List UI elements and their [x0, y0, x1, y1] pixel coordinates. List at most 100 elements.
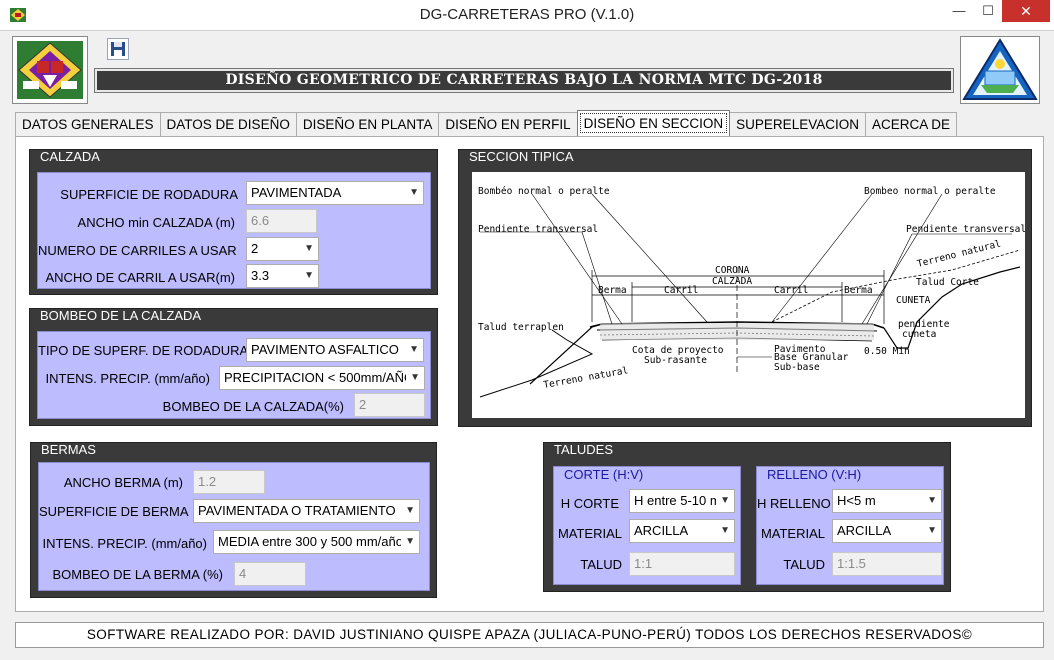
footer-credits: SOFTWARE REALIZADO POR: DAVID JUSTINIANO… — [15, 622, 1044, 648]
intens-precip-value: PRECIPITACION < 500mm/AÑO — [224, 370, 406, 385]
chevron-down-icon: ▼ — [304, 243, 314, 254]
bombeo-title: BOMBEO DE LA CALZADA — [38, 308, 204, 323]
tab-superelevacion[interactable]: SUPERELEVACION — [729, 112, 866, 136]
superficie-berma-label: SUPERFICIE DE BERMA — [39, 504, 189, 519]
label-talud-terraplen: Talud terraplen — [478, 322, 564, 333]
bombeo-berma-label: BOMBEO DE LA BERMA (%) — [52, 567, 224, 582]
h-corte-label: H CORTE — [560, 496, 619, 511]
superficie-rodadura-select[interactable]: PAVIMENTADA ▼ — [246, 181, 424, 205]
bombeo-inner: TIPO DE SUPERF. DE RODADURA PAVIMENTO AS… — [37, 331, 431, 419]
tab-acerca-de[interactable]: ACERCA DE — [864, 112, 957, 136]
label-corona: CORONA — [715, 265, 750, 276]
floppy-disk-icon — [108, 42, 128, 62]
label-bombeo-right: Bombeo normal o peralte — [864, 186, 996, 197]
label-terreno-right: Terreno natural — [916, 238, 1002, 269]
chevron-down-icon: ▼ — [405, 536, 415, 547]
tab-datos-generales[interactable]: DATOS GENERALES — [15, 112, 161, 136]
label-subrasante: Sub-rasante — [644, 355, 707, 366]
chevron-down-icon: ▼ — [405, 505, 415, 516]
label-subbase: Sub-base — [774, 362, 820, 373]
intens-precip-berma-select[interactable]: MEDIA entre 300 y 500 mm/año ▼ — [213, 530, 420, 554]
material-corte-value: ARCILLA — [634, 523, 689, 538]
seccion-tipica-title: SECCION TIPICA — [467, 149, 576, 164]
chevron-down-icon: ▼ — [409, 344, 419, 355]
minimize-button[interactable]: — — [944, 0, 974, 22]
talud-relleno-field[interactable]: 1:1.5 — [832, 552, 942, 576]
bermas-title: BERMAS — [39, 442, 98, 457]
close-button[interactable]: ✕ — [1002, 0, 1050, 22]
ancho-berma-label: ANCHO BERMA (m) — [63, 475, 183, 490]
superficie-rodadura-value: PAVIMENTADA — [251, 185, 342, 200]
intens-precip-berma-label: INTENS. PRECIP. (mm/año) — [42, 536, 207, 551]
save-button[interactable] — [107, 38, 129, 60]
bermas-group: BERMAS ANCHO BERMA (m) 1.2 SUPERFICIE DE… — [30, 442, 437, 598]
ancho-berma-field[interactable]: 1.2 — [193, 470, 265, 494]
superficie-berma-value: PAVIMENTADA O TRATAMIENTO — [198, 503, 396, 518]
numero-carriles-label: NUMERO DE CARRILES A USAR — [38, 243, 237, 258]
ancho-carril-value: 3.3 — [251, 268, 270, 283]
chevron-down-icon: ▼ — [409, 187, 419, 198]
tipo-superf-select[interactable]: PAVIMENTO ASFALTICO ▼ — [246, 338, 424, 362]
intens-precip-select[interactable]: PRECIPITACION < 500mm/AÑO ▼ — [219, 366, 425, 390]
material-relleno-value: ARCILLA — [837, 523, 892, 538]
label-carril-right: Carril — [774, 285, 808, 296]
bombeo-calzada-field[interactable]: 2 — [354, 393, 425, 417]
label-min: 0.50 Min — [864, 346, 910, 357]
h-corte-value: H entre 5-10 m — [634, 493, 716, 508]
h-corte-select[interactable]: H entre 5-10 m ▼ — [629, 489, 735, 513]
calzada-title: CALZADA — [38, 149, 102, 164]
chevron-down-icon: ▼ — [720, 525, 730, 536]
typical-section-diagram: Bombéo normal o peralte Bombeo normal o … — [472, 172, 1025, 418]
chevron-down-icon: ▼ — [304, 270, 314, 281]
tab-diseno-en-seccion[interactable]: DISEÑO EN SECCION — [576, 110, 731, 136]
numero-carriles-select[interactable]: 2 ▼ — [246, 237, 319, 261]
intens-precip-label: INTENS. PRECIP. (mm/año) — [45, 371, 210, 386]
ancho-min-calzada-field[interactable]: 6.6 — [246, 209, 317, 233]
superficie-berma-select[interactable]: PAVIMENTADA O TRATAMIENTO ▼ — [193, 499, 420, 523]
corte-inner: CORTE (H:V) H CORTE H entre 5-10 m ▼ MAT… — [553, 466, 741, 585]
label-pend-left: Pendiente transversal — [478, 224, 598, 235]
tab-datos-de-diseno[interactable]: DATOS DE DISEÑO — [159, 112, 297, 136]
numero-carriles-value: 2 — [251, 241, 259, 256]
taludes-group: TALUDES CORTE (H:V) H CORTE H entre 5-10… — [543, 442, 951, 592]
talud-corte-label: TALUD — [580, 557, 622, 572]
label-berma-left: Berma — [598, 285, 627, 296]
label-cuneta: CUNETA — [896, 295, 931, 306]
logo-left — [12, 36, 88, 104]
material-corte-select[interactable]: ARCILLA ▼ — [629, 519, 735, 543]
taludes-title: TALUDES — [552, 442, 615, 457]
chevron-down-icon: ▼ — [927, 525, 937, 536]
material-relleno-select[interactable]: ARCILLA ▼ — [832, 519, 942, 543]
bombeo-group: BOMBEO DE LA CALZADA TIPO DE SUPERF. DE … — [29, 308, 438, 426]
tab-strip: DATOS GENERALES DATOS DE DISEÑO DISEÑO E… — [15, 110, 957, 136]
window-title: DG-CARRETERAS PRO (V.1.0) — [419, 6, 635, 23]
ancho-min-calzada-label: ANCHO min CALZADA (m) — [77, 215, 235, 230]
logo-right — [960, 36, 1040, 104]
title-bar: DG-CARRETERAS PRO (V.1.0) — ☐ ✕ — [0, 0, 1054, 30]
label-pend-cuneta-2: cuneta — [902, 329, 936, 340]
maximize-button[interactable]: ☐ — [974, 0, 1002, 22]
tab-diseno-en-planta[interactable]: DISEÑO EN PLANTA — [295, 112, 440, 136]
tab-diseno-en-perfil[interactable]: DISEÑO EN PERFIL — [438, 112, 578, 136]
talud-relleno-label: TALUD — [783, 557, 825, 572]
page-title-banner: DISEÑO GEOMETRICO DE CARRETERAS BAJO LA … — [94, 68, 954, 93]
ancho-carril-select[interactable]: 3.3 ▼ — [246, 264, 319, 288]
relleno-inner: RELLENO (V:H) H RELLENO H<5 m ▼ MATERIAL… — [756, 466, 944, 585]
corte-title: CORTE (H:V) — [562, 467, 646, 482]
relleno-title: RELLENO (V:H) — [765, 467, 864, 482]
bombeo-calzada-label: BOMBEO DE LA CALZADA(%) — [162, 399, 344, 414]
label-calzada: CALZADA — [712, 276, 752, 287]
label-terreno-left: Terreno natural — [543, 365, 629, 391]
material-relleno-label: MATERIAL — [760, 526, 825, 541]
h-relleno-label: H RELLENO — [757, 496, 831, 511]
calzada-inner: SUPERFICIE DE RODADURA PAVIMENTADA ▼ ANC… — [37, 172, 431, 289]
chevron-down-icon: ▼ — [410, 372, 420, 383]
tipo-superf-value: PAVIMENTO ASFALTICO — [251, 342, 399, 357]
superficie-rodadura-label: SUPERFICIE DE RODADURA — [60, 187, 238, 202]
h-relleno-select[interactable]: H<5 m ▼ — [832, 489, 942, 513]
label-talud-corte: Talud Corte — [916, 277, 979, 288]
talud-corte-field[interactable]: 1:1 — [629, 552, 735, 576]
bombeo-berma-field[interactable]: 4 — [234, 562, 306, 586]
calzada-group: CALZADA SUPERFICIE DE RODADURA PAVIMENTA… — [29, 149, 438, 295]
ancho-carril-label: ANCHO DE CARRIL A USAR(m) — [45, 270, 236, 285]
